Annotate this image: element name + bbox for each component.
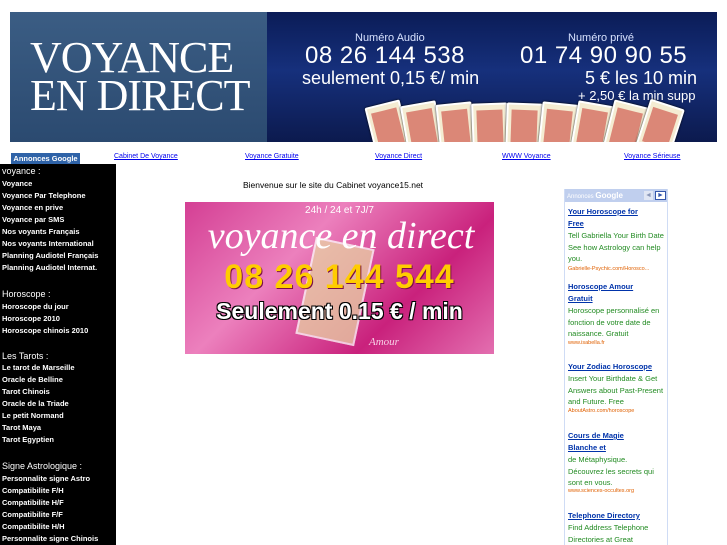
promo-phone-number: 08 26 144 544 (224, 258, 455, 296)
sidebar-item-oracle-de-la-triade[interactable]: Oracle de la Triade (2, 399, 69, 408)
sidebar-item-tarot-de-marseille[interactable]: Le tarot de Marseille (2, 363, 75, 372)
sidebar-heading-horoscope: Horoscope : (2, 289, 51, 299)
ads-header: Annonces Google ◄ ► (565, 189, 667, 202)
ad-title-line2: Blanche et (568, 443, 606, 452)
sidebar-heading-signe-astrologique: Signe Astrologique : (2, 461, 83, 471)
ad-title-link[interactable]: Your Horoscope for Free (568, 206, 665, 230)
ad-title-line1: Horoscope Amour (568, 282, 634, 291)
promo-banner[interactable]: 24h / 24 et 7J/7 voyance en direct 08 26… (185, 202, 494, 354)
ads-next-arrow-icon[interactable]: ► (655, 191, 666, 200)
ad-title-line1: Cours de Magie (568, 431, 624, 440)
ads-header-text: Annonces (567, 194, 594, 200)
ad-title-line1: Your Horoscope for (568, 207, 638, 216)
ad-body: Insert Your Birthdate & Get Answers abou… (568, 374, 664, 406)
ad-title-line1: Telephone Directory (568, 511, 640, 520)
google-ads-label[interactable]: Annonces Google (11, 153, 80, 164)
sidebar-item-horoscope-du-jour[interactable]: Horoscope du jour (2, 302, 69, 311)
audio-number: 08 26 144 538 (305, 42, 465, 69)
sidebar-item-voyance-par-telephone[interactable]: Voyance Par Telephone (2, 191, 86, 200)
ads-header-label: Annonces Google (567, 191, 623, 200)
ad-url[interactable]: AboutAstro.com/horoscope (568, 408, 665, 414)
google-logo: Google (595, 191, 623, 200)
ad-url[interactable]: www.sciences-occultes.org (568, 488, 665, 494)
private-number: 01 74 90 90 55 (520, 42, 688, 69)
tarot-card (635, 98, 685, 142)
sidebar-item-personnalite-signe-astro[interactable]: Personnalite signe Astro (2, 474, 90, 483)
welcome-text: Bienvenue sur le site du Cabinet voyance… (243, 180, 424, 190)
promo-title: voyance en direct (207, 215, 475, 257)
ad-title-link[interactable]: Your Zodiac Horoscope (568, 361, 665, 373)
promo-price: Seulement 0.15 € / min (216, 298, 463, 324)
ad-title-link[interactable]: Horoscope Amour Gratuit (568, 281, 665, 305)
sidebar-heading-tarots: Les Tarots : (2, 351, 49, 361)
sidebar-item-voyants-francais[interactable]: Nos voyants Français (2, 227, 80, 236)
sidebar-item-horoscope-chinois-2010[interactable]: Horoscope chinois 2010 (2, 326, 88, 335)
sidebar-item-voyance-par-sms[interactable]: Voyance par SMS (2, 215, 64, 224)
sidebar-item-personnalite-signe-chinois[interactable]: Personnalite signe Chinois (2, 534, 98, 543)
brand-title-line2: EN DIRECT (30, 71, 251, 120)
sidebar-item-horoscope-2010[interactable]: Horoscope 2010 (2, 314, 60, 323)
tarot-card (471, 102, 509, 142)
tarot-cards-image (364, 98, 700, 142)
sidebar-item-voyance-en-prive[interactable]: Voyance en prive (2, 203, 63, 212)
ad-title-line2: Gratuit (568, 294, 593, 303)
ad-link-cabinet-de-voyance[interactable]: Cabinet De Voyance (114, 153, 178, 160)
ad-body: de Métaphysique. Découvrez les secrets q… (568, 455, 654, 487)
ad-body: Tell Gabriella Your Birth Date See how A… (568, 231, 664, 263)
header-banner[interactable]: VOYANCE EN DIRECT Numéro Audio 08 26 144… (10, 12, 717, 142)
tarot-card (505, 102, 543, 142)
ad-title-link[interactable]: Telephone Directory (568, 510, 665, 522)
ad-link-voyance-serieuse[interactable]: Voyance Sérieuse (624, 153, 680, 160)
ad-url[interactable]: www.isabella.fr (568, 340, 665, 346)
sidebar-item-voyants-international[interactable]: Nos voyants International (2, 239, 94, 248)
sidebar-heading-voyance: voyance : (2, 166, 41, 176)
ad-link-voyance-gratuite[interactable]: Voyance Gratuite (245, 153, 299, 160)
sidebar-item-compatibilite-hf[interactable]: Compatibilite H/F (2, 498, 64, 507)
ad-title-link[interactable]: Cours de Magie Blanche et (568, 430, 665, 454)
sidebar-item-oracle-de-belline[interactable]: Oracle de Belline (2, 375, 63, 384)
promo-amour-label: Amour (369, 336, 399, 348)
sidebar-item-compatibilite-fh[interactable]: Compatibilite F/H (2, 486, 64, 495)
ad-url[interactable]: Gabrielle-Psychic.com/Horosco... (568, 266, 665, 272)
private-price: 5 € les 10 min (585, 68, 698, 88)
ad-title-line2: Free (568, 219, 584, 228)
sidebar-item-tarot-egyptien[interactable]: Tarot Egyptien (2, 435, 54, 444)
ad-title-line1: Your Zodiac Horoscope (568, 362, 653, 371)
audio-price: seulement 0,15 €/ min (302, 68, 480, 88)
sidebar-item-planning-audiotel-francais[interactable]: Planning Audiotel Français (2, 251, 98, 260)
ad-body: Horoscope personnalisé en fonction de vo… (568, 306, 660, 338)
ad-body: Find Address Telephone Directories at Gr… (568, 523, 649, 544)
ad-link-voyance-direct[interactable]: Voyance Direct (375, 153, 422, 160)
sidebar-item-planning-audiotel-internat[interactable]: Planning Audiotel Internat. (2, 263, 97, 272)
google-ads-panel: Annonces Google ◄ ► Your Horoscope for F… (564, 189, 668, 545)
sidebar: voyance : Voyance Voyance Par Telephone … (0, 164, 116, 545)
ads-prev-arrow-icon[interactable]: ◄ (644, 191, 653, 200)
sidebar-item-voyance[interactable]: Voyance (2, 179, 32, 188)
sidebar-item-compatibilite-hh[interactable]: Compatibilite H/H (2, 522, 65, 531)
sidebar-item-compatibilite-ff[interactable]: Compatibilite F/F (2, 510, 63, 519)
sidebar-item-le-petit-normand[interactable]: Le petit Normand (2, 411, 64, 420)
ad-link-www-voyance[interactable]: WWW Voyance (502, 153, 551, 160)
sidebar-item-tarot-chinois[interactable]: Tarot Chinois (2, 387, 50, 396)
sidebar-item-tarot-maya[interactable]: Tarot Maya (2, 423, 41, 432)
brand-panel: VOYANCE EN DIRECT (10, 12, 267, 142)
